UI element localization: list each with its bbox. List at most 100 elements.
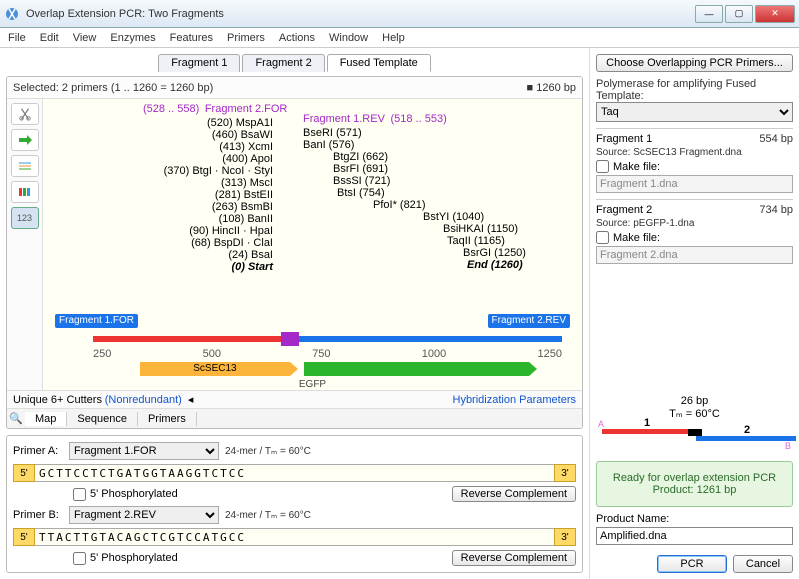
frag1-rev-range: (518 .. 553) xyxy=(390,113,446,125)
cancel-button[interactable]: Cancel xyxy=(733,555,793,573)
frag2-file-input xyxy=(596,246,793,264)
flag-frag1-for: Fragment 1.FOR xyxy=(55,314,138,328)
overlap-range: (528 .. 558) xyxy=(143,103,199,115)
site: BanI (576) xyxy=(303,139,526,151)
site: (90) HincII · HpaI xyxy=(93,225,273,237)
primer-a-5prime: 5' xyxy=(13,464,35,482)
maptab-sequence[interactable]: Sequence xyxy=(67,412,138,426)
primer-b-3prime: 3' xyxy=(554,528,576,546)
site: (460) BsaWI xyxy=(173,129,273,141)
menu-view[interactable]: View xyxy=(73,32,97,44)
hybridization-link[interactable]: Hybridization Parameters xyxy=(453,394,577,406)
primer-b-select[interactable]: Fragment 2.REV xyxy=(69,506,219,524)
site: BseRI (571) xyxy=(303,127,526,139)
flag-frag2-rev: Fragment 2.REV xyxy=(488,314,570,328)
primer-a-phos-checkbox[interactable] xyxy=(73,488,86,501)
site: BssSI (721) xyxy=(333,175,526,187)
site: BtsI (754) xyxy=(337,187,526,199)
primer-a-select[interactable]: Fragment 1.FOR xyxy=(69,442,219,460)
site: BsrFI (691) xyxy=(333,163,526,175)
frag1-makefile-label: Make file: xyxy=(613,161,660,173)
primer-a-label: Primer A: xyxy=(13,445,63,457)
tool-arrow[interactable] xyxy=(11,129,39,151)
tool-align[interactable] xyxy=(11,155,39,177)
site: BsrGI (1250) xyxy=(463,247,526,259)
primer-b-5prime: 5' xyxy=(13,528,35,546)
frag2-name: Fragment 2 xyxy=(596,204,759,216)
tab-fragment-1[interactable]: Fragment 1 xyxy=(158,54,240,72)
frag1-source: Source: ScSEC13 Fragment.dna xyxy=(596,147,793,158)
primer-b-revcomp-button[interactable]: Reverse Complement xyxy=(452,550,576,566)
site: (313) MscI xyxy=(153,177,273,189)
app-icon xyxy=(4,6,20,22)
pcr-button[interactable]: PCR xyxy=(657,555,727,573)
site: (281) BstEII xyxy=(141,189,273,201)
gene-egfp xyxy=(304,362,529,376)
frag2-source: Source: pEGFP-1.dna xyxy=(596,218,793,229)
menubar: File Edit View Enzymes Features Primers … xyxy=(0,28,799,48)
menu-help[interactable]: Help xyxy=(382,32,405,44)
nonredundant-link[interactable]: (Nonredundant) xyxy=(105,394,182,406)
menu-edit[interactable]: Edit xyxy=(40,32,59,44)
sequence-map[interactable]: (528 .. 558) Fragment 2.FOR Fragment 1.R… xyxy=(43,99,582,390)
menu-features[interactable]: Features xyxy=(170,32,213,44)
minimize-button[interactable]: — xyxy=(695,5,723,23)
close-button[interactable]: ✕ xyxy=(755,5,795,23)
primer-a-info: 24-mer / Tₘ = 60°C xyxy=(225,446,311,457)
site: (0) Start xyxy=(95,261,273,273)
primer-a-seq-input[interactable] xyxy=(35,464,554,482)
tool-numbers[interactable]: 123 xyxy=(11,207,39,229)
selection-text: Selected: 2 primers (1 .. 1260 = 1260 bp… xyxy=(13,82,213,94)
site: (108) BanII xyxy=(113,213,273,225)
maptab-map[interactable]: Map xyxy=(25,412,67,426)
primer-a-revcomp-button[interactable]: Reverse Complement xyxy=(452,486,576,502)
magnifier-icon[interactable]: 🔍 xyxy=(7,412,25,425)
frag1-bp: 554 bp xyxy=(759,133,793,145)
choose-primers-button[interactable]: Choose Overlapping PCR Primers... xyxy=(596,54,793,72)
primer-b-info: 24-mer / Tₘ = 60°C xyxy=(225,510,311,521)
overlap-diagram: 26 bpTₘ = 60°C A 1 2 B xyxy=(596,395,793,455)
gene-egfp-label: EGFP xyxy=(43,379,582,390)
site: (400) ApoI xyxy=(165,153,273,165)
gene-scsec13: ScSEC13 xyxy=(140,362,290,376)
primer-b-phos-label: 5' Phosphorylated xyxy=(90,552,178,564)
window-title: Overlap Extension PCR: Two Fragments xyxy=(26,8,695,20)
maximize-button[interactable]: ▢ xyxy=(725,5,753,23)
tab-fragment-2[interactable]: Fragment 2 xyxy=(242,54,324,72)
primer-b-label: Primer B: xyxy=(13,509,63,521)
total-bp: ■ 1260 bp xyxy=(527,82,576,94)
primer-a-phos-label: 5' Phosphorylated xyxy=(90,488,178,500)
menu-window[interactable]: Window xyxy=(329,32,368,44)
menu-actions[interactable]: Actions xyxy=(279,32,315,44)
tab-fused-template[interactable]: Fused Template xyxy=(327,54,431,72)
menu-file[interactable]: File xyxy=(8,32,26,44)
frag1-rev-label: Fragment 1.REV xyxy=(303,113,385,125)
polymerase-select[interactable]: Taq xyxy=(596,102,793,122)
site: PfoI* (821) xyxy=(373,199,526,211)
site: End (1260) xyxy=(467,259,526,271)
menu-enzymes[interactable]: Enzymes xyxy=(110,32,155,44)
product-name-input[interactable] xyxy=(596,527,793,545)
site: TaqII (1165) xyxy=(447,235,526,247)
maptab-primers[interactable]: Primers xyxy=(138,412,197,426)
primer-b-phos-checkbox[interactable] xyxy=(73,552,86,565)
frag1-makefile-checkbox[interactable] xyxy=(596,160,609,173)
status-line1: Ready for overlap extension PCR xyxy=(601,472,788,484)
frag2-bp: 734 bp xyxy=(759,204,793,216)
tool-colors[interactable] xyxy=(11,181,39,203)
menu-primers[interactable]: Primers xyxy=(227,32,265,44)
site: BstYI (1040) xyxy=(423,211,526,223)
site: (520) MspA1I xyxy=(183,117,273,129)
frag1-file-input xyxy=(596,175,793,193)
site: (24) BsaI xyxy=(101,249,273,261)
frag2-makefile-label: Make file: xyxy=(613,232,660,244)
frag2-makefile-checkbox[interactable] xyxy=(596,231,609,244)
tool-cut[interactable] xyxy=(11,103,39,125)
polymerase-label: Polymerase for amplifying Fused Template… xyxy=(596,78,756,102)
primer-a-3prime: 3' xyxy=(554,464,576,482)
frag2-for-label: Fragment 2.FOR xyxy=(205,103,288,115)
ruler: 25050075010001250 xyxy=(93,348,562,360)
site: (263) BsmBI xyxy=(137,201,273,213)
primer-b-seq-input[interactable] xyxy=(35,528,554,546)
frag1-name: Fragment 1 xyxy=(596,133,759,145)
